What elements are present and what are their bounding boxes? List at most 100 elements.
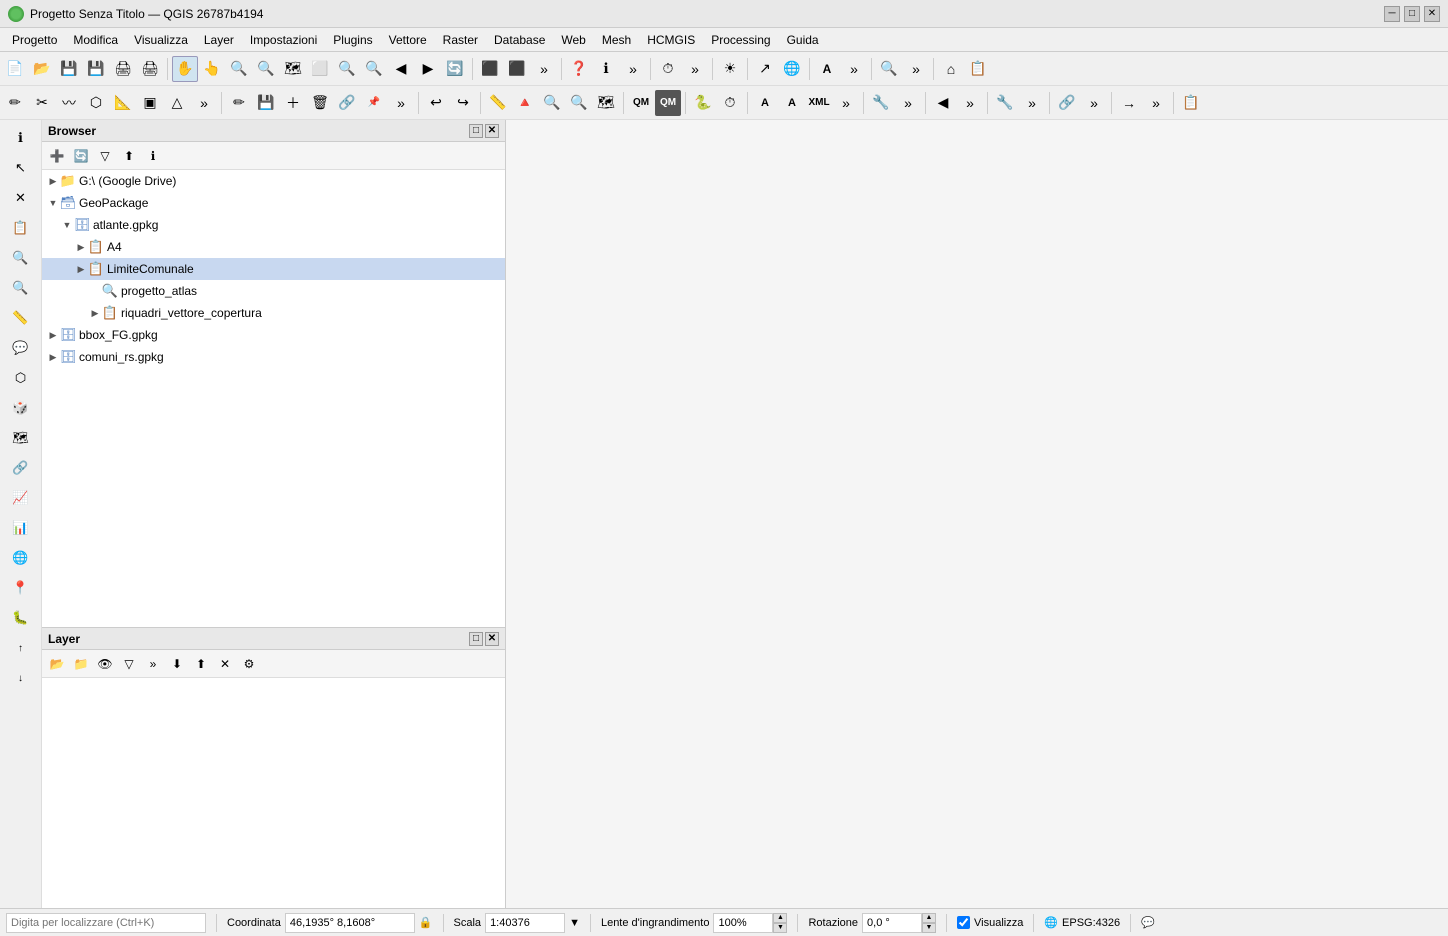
locator-input[interactable] bbox=[6, 913, 206, 933]
more12-button[interactable]: » bbox=[1081, 90, 1107, 116]
tree-item-atlante[interactable]: ▼ 🗄 atlante.gpkg bbox=[42, 214, 505, 236]
tool-arrow-up[interactable]: ↑ bbox=[5, 634, 37, 662]
layer-down-button[interactable]: ⬇ bbox=[166, 653, 188, 675]
print2-button[interactable]: 🖨 bbox=[137, 56, 163, 82]
magnifier-input[interactable] bbox=[713, 913, 773, 933]
layer-close-button[interactable]: ✕ bbox=[485, 632, 499, 646]
browser-collapse-button[interactable]: ⬆ bbox=[118, 145, 140, 167]
digitize4-button[interactable]: ⬡ bbox=[83, 90, 109, 116]
more2-button[interactable]: » bbox=[620, 56, 646, 82]
scale-dropdown-icon[interactable]: ▼ bbox=[569, 917, 580, 929]
pan2-button[interactable]: 👆 bbox=[199, 56, 225, 82]
snap1-button[interactable]: 🔗 bbox=[334, 90, 360, 116]
tool-layer-toggle[interactable]: ⬡ bbox=[5, 364, 37, 392]
tree-item-progetto-atlas[interactable]: ▶ 🔍 progetto_atlas bbox=[42, 280, 505, 302]
measure-line-button[interactable]: 📏 bbox=[485, 90, 511, 116]
browser-info-button[interactable]: ℹ bbox=[142, 145, 164, 167]
zoom-last-button[interactable]: ◀ bbox=[388, 56, 414, 82]
tool-link[interactable]: 🔗 bbox=[5, 454, 37, 482]
menu-vettore[interactable]: Vettore bbox=[381, 29, 435, 51]
search-button[interactable]: 🔍 bbox=[876, 56, 902, 82]
tool-stat[interactable]: 📊 bbox=[5, 514, 37, 542]
new-project-button[interactable]: 📄 bbox=[2, 56, 28, 82]
ann-text-button[interactable]: A bbox=[752, 90, 778, 116]
browser-add-button[interactable]: ➕ bbox=[46, 145, 68, 167]
scale-input[interactable] bbox=[485, 913, 565, 933]
tool-map2[interactable]: 🗺 bbox=[5, 424, 37, 452]
tree-item-geopackage[interactable]: ▼ 🗃 GeoPackage bbox=[42, 192, 505, 214]
browser-float-button[interactable]: □ bbox=[469, 124, 483, 138]
tool-3d[interactable]: 🎲 bbox=[5, 394, 37, 422]
snap2-button[interactable]: 📌 bbox=[361, 90, 387, 116]
select-button[interactable]: 🔍 bbox=[566, 90, 592, 116]
tree-item-bbox[interactable]: ▶ 🗄 bbox_FG.gpkg bbox=[42, 324, 505, 346]
qm2-button[interactable]: QM bbox=[655, 90, 681, 116]
browser-filter-button[interactable]: ▽ bbox=[94, 145, 116, 167]
text-button[interactable]: A bbox=[814, 56, 840, 82]
ann-form-button[interactable]: A bbox=[779, 90, 805, 116]
tool-arrow-down[interactable]: ↓ bbox=[5, 664, 37, 692]
help-button[interactable]: ❓ bbox=[566, 56, 592, 82]
tool-select-rect[interactable]: ↖ bbox=[5, 154, 37, 182]
more3-button[interactable]: » bbox=[682, 56, 708, 82]
save-layer-button[interactable]: 💾 bbox=[253, 90, 279, 116]
zoom-next-button[interactable]: ▶ bbox=[415, 56, 441, 82]
layer-open-button[interactable]: 📂 bbox=[46, 653, 68, 675]
menu-guida[interactable]: Guida bbox=[779, 29, 827, 51]
tile1-button[interactable]: ⬛ bbox=[477, 56, 503, 82]
magnifier-up-button[interactable]: ▲ bbox=[773, 913, 787, 923]
rotation-input[interactable] bbox=[862, 913, 922, 933]
tool-measure[interactable]: 📏 bbox=[5, 304, 37, 332]
share-button[interactable]: ↗ bbox=[752, 56, 778, 82]
menu-hcmgis[interactable]: HCMGIS bbox=[639, 29, 703, 51]
tool-debug[interactable]: 🐛 bbox=[5, 604, 37, 632]
layer-remove-button[interactable]: ✕ bbox=[214, 653, 236, 675]
open-project-button[interactable]: 📂 bbox=[29, 56, 55, 82]
digitize2-button[interactable]: ✂ bbox=[29, 90, 55, 116]
qm1-button[interactable]: QM bbox=[628, 90, 654, 116]
digitize5-button[interactable]: 📐 bbox=[110, 90, 136, 116]
nav-back-button[interactable]: ◀ bbox=[930, 90, 956, 116]
more13-button[interactable]: » bbox=[1143, 90, 1169, 116]
zoom-selected-button[interactable]: ⬜ bbox=[307, 56, 333, 82]
digitize1-button[interactable]: ✏ bbox=[2, 90, 28, 116]
more5-button[interactable]: » bbox=[903, 56, 929, 82]
more9-button[interactable]: » bbox=[895, 90, 921, 116]
digitize6-button[interactable]: ▣ bbox=[137, 90, 163, 116]
layer-up-button[interactable]: ⬆ bbox=[190, 653, 212, 675]
menu-modifica[interactable]: Modifica bbox=[65, 29, 126, 51]
tile2-button[interactable]: ⬛ bbox=[504, 56, 530, 82]
menu-processing[interactable]: Processing bbox=[703, 29, 778, 51]
layer-more-button[interactable]: » bbox=[142, 653, 164, 675]
map-canvas[interactable] bbox=[506, 120, 1448, 908]
tool-form[interactable]: 📋 bbox=[5, 214, 37, 242]
tool-identify[interactable]: ℹ bbox=[5, 124, 37, 152]
python-button[interactable]: 🐍 bbox=[690, 90, 716, 116]
browser-refresh-button[interactable]: 🔄 bbox=[70, 145, 92, 167]
history-button[interactable]: ⏱ bbox=[717, 90, 743, 116]
layer-props-button[interactable]: ⚙ bbox=[238, 653, 260, 675]
mag-button[interactable]: 🔧 bbox=[992, 90, 1018, 116]
menu-plugins[interactable]: Plugins bbox=[325, 29, 380, 51]
home-button[interactable]: ⌂ bbox=[938, 56, 964, 82]
coordinate-input[interactable] bbox=[285, 913, 415, 933]
measure-area-button[interactable]: 🔺 bbox=[512, 90, 538, 116]
tool-deselect[interactable]: ✕ bbox=[5, 184, 37, 212]
tool-profile[interactable]: 📈 bbox=[5, 484, 37, 512]
identify2-button[interactable]: 🔍 bbox=[539, 90, 565, 116]
msg-icon[interactable]: 💬 bbox=[1141, 916, 1155, 929]
browser-close-button[interactable]: ✕ bbox=[485, 124, 499, 138]
refresh-button[interactable]: 🔄 bbox=[442, 56, 468, 82]
rotation-up-button[interactable]: ▲ bbox=[922, 913, 936, 923]
layer-group-button[interactable]: 📁 bbox=[70, 653, 92, 675]
globe-button[interactable]: 🌐 bbox=[779, 56, 805, 82]
map3d-button[interactable]: 🗺 bbox=[593, 90, 619, 116]
menu-raster[interactable]: Raster bbox=[435, 29, 486, 51]
more7-button[interactable]: » bbox=[388, 90, 414, 116]
rotation-down-button[interactable]: ▼ bbox=[922, 923, 936, 933]
more8-button[interactable]: » bbox=[833, 90, 859, 116]
minimize-button[interactable]: ─ bbox=[1384, 6, 1400, 22]
tool-zoom-out[interactable]: 🔍 bbox=[5, 274, 37, 302]
magnifier-down-button[interactable]: ▼ bbox=[773, 923, 787, 933]
render-checkbox[interactable] bbox=[957, 916, 970, 929]
